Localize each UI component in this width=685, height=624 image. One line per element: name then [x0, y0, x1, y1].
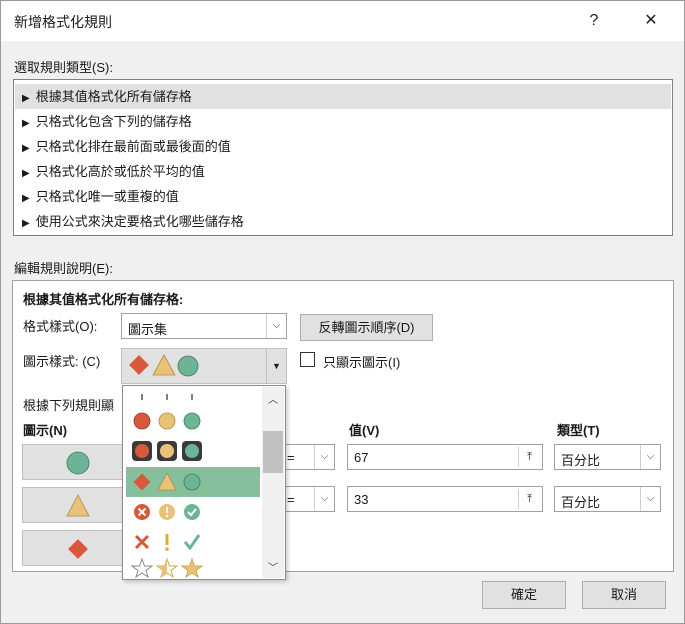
show-icon-only-label: 只顯示圖示(I)	[323, 355, 401, 370]
icon-set-option-signs[interactable]	[126, 467, 260, 497]
rule-type-item-by-value[interactable]: ▶ 根據其值格式化所有儲存格	[15, 84, 671, 109]
red-light-icon	[135, 444, 149, 458]
rule-type-item-contains[interactable]: ▶ 只格式化包含下列的儲存格	[15, 109, 671, 134]
edit-rule-label: 編輯規則說明(E):	[14, 261, 113, 276]
cell-reference-icon[interactable]: ⤒	[518, 447, 540, 467]
icon-set-option-traffic-lights[interactable]	[126, 406, 260, 436]
yellow-triangle-icon	[66, 494, 90, 517]
triangle-right-icon: ▶	[22, 118, 30, 129]
red-x-icon	[134, 534, 150, 550]
row2-value-input[interactable]: 33 ⤒	[347, 486, 543, 512]
chevron-down-icon: ⌵	[314, 487, 334, 511]
icon-set-option-partial[interactable]	[126, 388, 260, 402]
red-diamond-icon	[68, 539, 88, 559]
rule-type-item-top-bottom[interactable]: ▶ 只格式化排在最前面或最後面的值	[15, 134, 671, 159]
green-light-icon	[185, 444, 199, 458]
type-column-header: 類型(T)	[557, 423, 600, 438]
rule-type-item-unique-duplicate[interactable]: ▶ 只格式化唯一或重複的值	[15, 184, 671, 209]
icon-style-dropdown: ︿ ﹀	[122, 385, 286, 580]
triangle-right-icon: ▶	[22, 193, 30, 204]
row2-type-select[interactable]: 百分比 ⌵	[554, 486, 661, 512]
row2-icon-button[interactable]	[22, 487, 130, 523]
row2-operator-select[interactable]: = ⌵	[282, 486, 335, 512]
rule-type-label: 選取規則類型(S):	[14, 60, 113, 75]
chevron-down-icon: ⌵	[640, 445, 660, 469]
row3-icon-button[interactable]	[22, 530, 130, 566]
help-button[interactable]: ?	[574, 5, 614, 37]
chevron-up-icon[interactable]: ︿	[262, 391, 284, 406]
yellow-triangle-icon	[152, 354, 176, 376]
green-circle-icon	[183, 412, 201, 430]
rule-type-list: ▶ 根據其值格式化所有儲存格 ▶ 只格式化包含下列的儲存格 ▶ 只格式化排在最前面或最…	[13, 79, 673, 236]
row1-operator-select[interactable]: = ⌵	[282, 444, 335, 470]
chevron-down-icon: ▼	[266, 349, 286, 383]
row1-icon-button[interactable]	[22, 444, 130, 480]
red-circle-icon	[133, 412, 151, 430]
row1-type-select[interactable]: 百分比 ⌵	[554, 444, 661, 470]
icon-style-preview	[129, 354, 199, 377]
rule-type-item-average[interactable]: ▶ 只格式化高於或低於平均的值	[15, 159, 671, 184]
triangle-right-icon: ▶	[22, 93, 30, 104]
cancel-button[interactable]: 取消	[582, 581, 666, 609]
yellow-triangle-icon	[157, 472, 177, 491]
green-check-circle-icon	[184, 504, 200, 520]
ok-button[interactable]: 確定	[482, 581, 566, 609]
icon-style-select[interactable]: ▼	[121, 348, 287, 384]
icon-column-header: 圖示(N)	[23, 423, 68, 438]
scrollbar-thumb[interactable]	[263, 431, 283, 473]
dialog-title: 新增格式化規則	[14, 14, 112, 30]
reverse-icon-order-button[interactable]: 反轉圖示順序(D)	[300, 314, 433, 341]
row1-value-input[interactable]: 67 ⤒	[347, 444, 543, 470]
yellow-light-icon	[160, 444, 174, 458]
icon-set-option-symbols[interactable]	[126, 527, 260, 557]
format-style-select[interactable]: 圖示集 ⌵	[121, 313, 287, 339]
triangle-right-icon: ▶	[22, 143, 30, 154]
show-icon-only-checkbox[interactable]	[300, 352, 315, 367]
red-diamond-icon	[129, 355, 149, 375]
icon-style-label: 圖示樣式: (C)	[23, 354, 101, 369]
dropdown-scrollbar[interactable]: ︿ ﹀	[262, 387, 284, 578]
edit-rule-heading: 根據其值格式化所有儲存格:	[23, 292, 184, 307]
icon-set-option-traffic-lights-rimmed[interactable]	[126, 436, 260, 466]
green-circle-icon	[183, 473, 201, 491]
green-check-icon	[183, 534, 201, 551]
full-star-icon	[180, 557, 204, 579]
rules-caption: 根據下列規則顯	[23, 398, 115, 413]
close-button[interactable]: ✕	[631, 5, 671, 37]
chevron-down-icon: ⌵	[314, 445, 334, 469]
green-circle-icon	[66, 451, 90, 475]
chevron-down-icon[interactable]: ﹀	[262, 559, 284, 574]
rule-type-item-formula[interactable]: ▶ 使用公式來決定要格式化哪些儲存格	[15, 209, 671, 234]
title-bar: 新增格式化規則 ? ✕	[1, 1, 684, 41]
cell-reference-icon[interactable]: ⤒	[518, 489, 540, 509]
red-diamond-icon	[133, 473, 151, 491]
icon-set-option-symbols-circled[interactable]	[126, 497, 260, 527]
triangle-right-icon: ▶	[22, 168, 30, 179]
value-column-header: 值(V)	[349, 423, 380, 438]
yellow-circle-icon	[158, 412, 176, 430]
chevron-down-icon: ⌵	[266, 314, 286, 338]
chevron-down-icon: ⌵	[640, 487, 660, 511]
green-circle-icon	[177, 355, 199, 377]
icon-set-option-stars[interactable]	[126, 556, 260, 579]
triangle-right-icon: ▶	[22, 218, 30, 229]
empty-star-icon	[130, 557, 154, 579]
new-formatting-rule-dialog: 新增格式化規則 ? ✕ 選取規則類型(S): ▶ 根據其值格式化所有儲存格 ▶ 只格…	[0, 0, 685, 624]
format-style-label: 格式樣式(O):	[23, 319, 98, 334]
